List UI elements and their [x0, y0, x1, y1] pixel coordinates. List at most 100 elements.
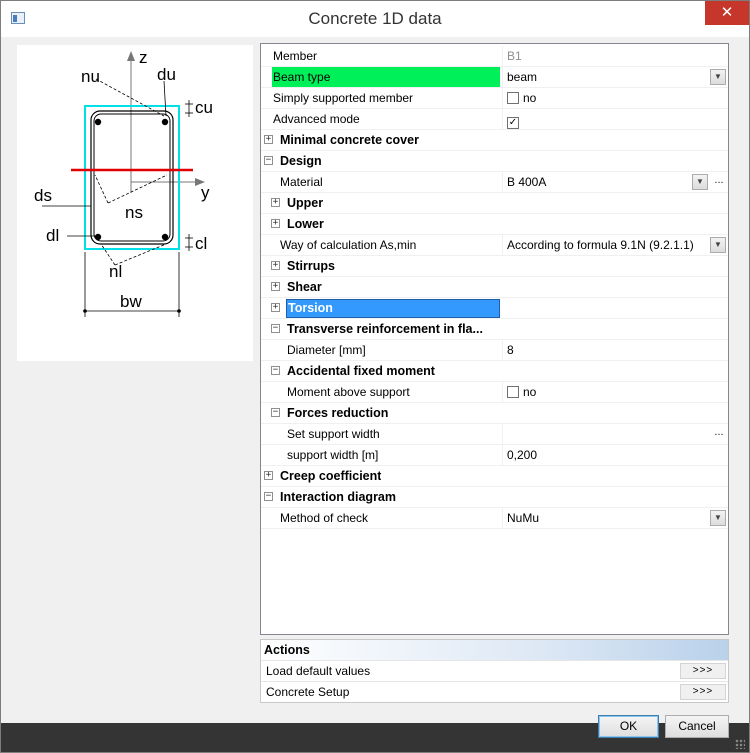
value-text: NuMu [507, 511, 540, 525]
dl-label: dl [46, 226, 59, 245]
category-row[interactable]: + Shear [261, 277, 728, 298]
property-value[interactable]: 8 [502, 340, 728, 360]
expand-toggle-icon[interactable]: + [271, 198, 280, 207]
property-name: Lower [287, 217, 324, 231]
property-name: Interaction diagram [280, 490, 396, 504]
dialog-window: Concrete 1D data ✕ z y nu du cu ds ns dl… [0, 0, 750, 753]
collapse-toggle-icon[interactable]: − [271, 408, 280, 417]
expand-toggle-icon[interactable]: + [264, 135, 273, 144]
title-bar[interactable]: Concrete 1D data ✕ [1, 1, 749, 37]
ellipsis-button[interactable]: ... [712, 175, 726, 189]
value-text: B1 [507, 49, 522, 63]
nl-label: nl [109, 262, 122, 281]
category-row[interactable]: + Lower [261, 214, 728, 235]
value-text: 8 [507, 343, 514, 357]
property-grid[interactable]: Member B1 Beam type beam ▼ Simply supported m… [260, 43, 729, 635]
cu-label: cu [195, 98, 213, 117]
property-value[interactable]: no [502, 382, 728, 402]
cross-section-svg: z y nu du cu ds ns dl cl nl bw [34, 48, 213, 317]
property-row[interactable]: Set support width... [261, 424, 728, 445]
category-row[interactable]: − Accidental fixed moment [261, 361, 728, 382]
dropdown-arrow-icon[interactable]: ▼ [710, 237, 726, 253]
expand-toggle-icon[interactable]: + [271, 261, 280, 270]
property-row[interactable]: Member B1 [261, 46, 728, 67]
property-row[interactable]: Beam type beam ▼ [261, 67, 728, 88]
expand-toggle-icon[interactable]: + [271, 282, 280, 291]
action-label: Concrete Setup [266, 685, 350, 699]
dropdown-arrow-icon[interactable]: ▼ [710, 510, 726, 526]
collapse-toggle-icon[interactable]: − [264, 492, 273, 501]
property-name: Forces reduction [287, 406, 389, 420]
dropdown-arrow-icon[interactable]: ▼ [692, 174, 708, 190]
property-name: Minimal concrete cover [280, 133, 419, 147]
property-value[interactable]: B 400A ▼... [502, 172, 728, 192]
category-row[interactable]: − Transverse reinforcement in fla... [261, 319, 728, 340]
ellipsis-button[interactable]: ... [712, 427, 726, 441]
cl-label: cl [195, 234, 207, 253]
bw-dim-right-dot [177, 309, 181, 313]
expand-toggle-icon[interactable]: + [271, 303, 280, 312]
property-value[interactable]: beam ▼ [502, 67, 728, 87]
property-row[interactable]: Advanced mode ✓ [261, 109, 728, 130]
expand-toggle-icon[interactable]: + [264, 471, 273, 480]
category-row[interactable]: + Stirrups [261, 256, 728, 277]
property-name: Upper [287, 196, 324, 210]
ns-leader-right [107, 174, 168, 204]
category-row[interactable]: − Interaction diagram [261, 487, 728, 508]
nl-leader-right [114, 243, 167, 266]
rebar-top-left [94, 118, 102, 126]
property-row[interactable]: Method of check NuMu ▼ [261, 508, 728, 529]
category-row[interactable]: − Forces reduction [261, 403, 728, 424]
property-row[interactable]: Material B 400A ▼... [261, 172, 728, 193]
category-row[interactable]: + Creep coefficient [261, 466, 728, 487]
property-value[interactable]: 0,200 [502, 445, 728, 465]
load-default-values-button[interactable]: >>> [680, 663, 726, 679]
category-row[interactable]: − Design [261, 151, 728, 172]
collapse-toggle-icon[interactable]: − [271, 324, 280, 333]
property-name: Way of calculation As,min [280, 238, 417, 252]
category-row[interactable]: + Minimal concrete cover [261, 130, 728, 151]
property-name: Torsion [286, 299, 500, 318]
property-name: Beam type [272, 67, 500, 87]
property-name: Design [280, 154, 322, 168]
category-row[interactable]: + Upper [261, 193, 728, 214]
cancel-button[interactable]: Cancel [665, 715, 729, 738]
dropdown-arrow-icon[interactable]: ▼ [710, 69, 726, 85]
property-value[interactable]: B1 [502, 46, 728, 66]
checkbox-label: no [523, 385, 537, 399]
property-value[interactable]: ... [502, 424, 728, 444]
value-text: B 400A [507, 175, 547, 189]
checkbox-unchecked[interactable] [507, 92, 519, 104]
property-name: Moment above support [287, 385, 410, 399]
property-row[interactable]: Way of calculation As,min According to fo… [261, 235, 728, 256]
rebar-top-right [161, 118, 169, 126]
action-label: Load default values [266, 664, 371, 678]
category-row[interactable]: + Torsion [261, 298, 728, 319]
collapse-toggle-icon[interactable]: − [271, 366, 280, 375]
action-load-default-values[interactable]: Load default values >>> [261, 660, 728, 681]
property-value[interactable]: NuMu ▼ [502, 508, 728, 528]
expand-toggle-icon[interactable]: + [271, 219, 280, 228]
concrete-setup-button[interactable]: >>> [680, 684, 726, 700]
resize-grip-icon[interactable] [735, 739, 745, 749]
checkbox-checked[interactable]: ✓ [507, 117, 519, 129]
property-value[interactable]: According to formula 9.1N (9.2.1.1) ▼ [502, 235, 728, 255]
checkbox-unchecked[interactable] [507, 386, 519, 398]
rebar-bottom-left [94, 233, 102, 241]
property-row[interactable]: support width [m] 0,200 [261, 445, 728, 466]
property-row[interactable]: Diameter [mm] 8 [261, 340, 728, 361]
action-concrete-setup[interactable]: Concrete Setup >>> [261, 681, 728, 702]
ok-button[interactable]: OK [598, 715, 659, 738]
property-value[interactable]: no [502, 88, 728, 108]
close-button[interactable]: ✕ [705, 1, 749, 25]
property-row[interactable]: Moment above support no [261, 382, 728, 403]
checkbox-label: no [523, 91, 537, 105]
collapse-toggle-icon[interactable]: − [264, 156, 273, 165]
ns-leader-left [94, 174, 109, 204]
property-value[interactable]: ✓ [502, 109, 728, 129]
property-row[interactable]: Simply supported member no [261, 88, 728, 109]
ds-label: ds [34, 186, 52, 205]
bw-label: bw [120, 292, 142, 311]
property-name: Accidental fixed moment [287, 364, 435, 378]
property-name: Creep coefficient [280, 469, 382, 483]
